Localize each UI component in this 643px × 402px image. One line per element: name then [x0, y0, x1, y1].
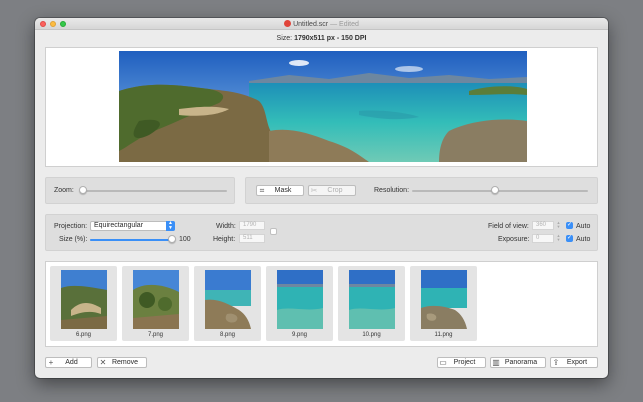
window-title-status: — Edited: [330, 21, 359, 28]
exposure-label: Exposure:: [498, 236, 530, 243]
projection-select-value: Equirectangular: [94, 222, 144, 229]
field-of-view-auto-label: Auto: [576, 223, 591, 230]
projection-select[interactable]: Equirectangular ▲ ▼: [90, 221, 175, 231]
exposure-stepper[interactable]: ▲ ▼: [556, 234, 561, 243]
size-label: Size:: [276, 35, 293, 42]
size-percent-label: Size (%):: [59, 236, 88, 243]
remove-button[interactable]: ✕ Remove: [97, 357, 147, 368]
mask-button-label: Mask: [274, 187, 292, 194]
size-percent-value: 100: [179, 236, 191, 243]
remove-button-label: Remove: [111, 359, 139, 366]
projection-panel: Projection: Equirectangular ▲ ▼ Size (%):…: [45, 214, 598, 251]
image-thumbnail-card[interactable]: 10.png: [338, 266, 405, 341]
panorama-button-label: Panorama: [504, 359, 538, 366]
project-window-icon: ▭: [439, 358, 447, 367]
share-icon: ⇪: [552, 358, 560, 367]
image-thumbnail-label: 9.png: [291, 332, 307, 338]
image-thumbnail-label: 11.png: [434, 332, 453, 338]
resolution-slider-knob[interactable]: [490, 186, 499, 194]
chevron-updown-icon: ▲ ▼: [166, 221, 175, 231]
image-thumbnail[interactable]: [133, 270, 179, 329]
zoom-slider-knob[interactable]: [79, 186, 87, 194]
zoom-panel: Zoom:: [45, 177, 235, 204]
add-button-label: Add: [65, 359, 78, 366]
source-images-gallery: 6.png 7.png 8.png 9.png 10.png 11.png: [45, 261, 598, 347]
panorama-button[interactable]: ▥ Panorama: [490, 357, 546, 368]
crop-button-label: Crop: [327, 187, 343, 194]
height-label: Height:: [213, 236, 236, 243]
image-thumbnail-label: 10.png: [362, 332, 381, 338]
width-label: Width:: [216, 223, 236, 230]
size-percent-slider-fill: [90, 239, 172, 241]
export-button[interactable]: ⇪ Export: [550, 357, 598, 368]
crop-mask-icon: ⌗: [259, 185, 265, 195]
exposure-auto-label: Auto: [576, 236, 591, 243]
add-button[interactable]: + Add: [45, 357, 92, 368]
field-of-view-label: Field of view:: [488, 223, 529, 230]
image-thumbnail[interactable]: [277, 270, 323, 329]
window-title-text: Untitled.scr: [293, 21, 329, 28]
mask-crop-panel: ⌗ Mask ✂ Crop Resolution:: [245, 177, 598, 204]
field-of-view-auto-checkbox[interactable]: ✓: [566, 222, 573, 229]
zoom-slider[interactable]: [83, 190, 227, 192]
width-field[interactable]: 1790: [239, 221, 265, 230]
image-thumbnail-label: 7.png: [147, 332, 163, 338]
image-thumbnail-card[interactable]: 9.png: [266, 266, 333, 341]
exposure-field[interactable]: 0: [532, 234, 554, 243]
zoom-label: Zoom:: [54, 187, 74, 194]
crop-icon: ✂: [310, 186, 318, 195]
resolution-slider[interactable]: [412, 190, 588, 192]
projection-label: Projection:: [54, 223, 88, 230]
document-icon: [284, 20, 292, 27]
image-thumbnail-card[interactable]: 11.png: [410, 266, 477, 341]
close-icon: ✕: [99, 358, 107, 367]
title-bar: Untitled.scr — Edited: [35, 18, 608, 30]
project-button[interactable]: ▭ Project: [437, 357, 486, 368]
height-field[interactable]: 511: [239, 234, 265, 243]
image-thumbnail-card[interactable]: 6.png: [50, 266, 117, 341]
size-value: 1790x511 px - 150 DPI: [294, 35, 367, 42]
image-thumbnail[interactable]: [61, 270, 107, 329]
image-thumbnail-card[interactable]: 7.png: [122, 266, 189, 341]
plus-icon: +: [48, 358, 54, 367]
image-thumbnail[interactable]: [205, 270, 251, 329]
exposure-auto-checkbox[interactable]: ✓: [566, 235, 573, 242]
field-of-view-stepper[interactable]: ▲ ▼: [556, 221, 561, 230]
mask-button[interactable]: ⌗ Mask: [256, 185, 304, 196]
image-thumbnail-label: 6.png: [75, 332, 91, 338]
size-percent-slider-knob[interactable]: [168, 235, 176, 243]
panorama-image[interactable]: [119, 51, 527, 162]
image-thumbnail-card[interactable]: 8.png: [194, 266, 261, 341]
aspect-lock-checkbox[interactable]: [270, 228, 277, 235]
image-thumbnail[interactable]: [349, 270, 395, 329]
panorama-preview: [45, 47, 598, 167]
main-window: Untitled.scr — Edited Size: 1790x511 px …: [35, 18, 608, 378]
field-of-view-field[interactable]: 360: [532, 221, 554, 230]
panorama-size-info: Size: 1790x511 px - 150 DPI: [35, 35, 608, 42]
size-percent-slider[interactable]: [90, 239, 172, 241]
window-title: Untitled.scr — Edited: [35, 20, 608, 28]
image-thumbnail-label: 8.png: [219, 332, 235, 338]
export-button-label: Export: [566, 359, 588, 366]
image-thumbnail[interactable]: [421, 270, 467, 329]
panorama-icon: ▥: [492, 358, 500, 367]
project-button-label: Project: [453, 359, 476, 366]
resolution-label: Resolution:: [374, 187, 410, 194]
crop-button[interactable]: ✂ Crop: [308, 185, 356, 196]
